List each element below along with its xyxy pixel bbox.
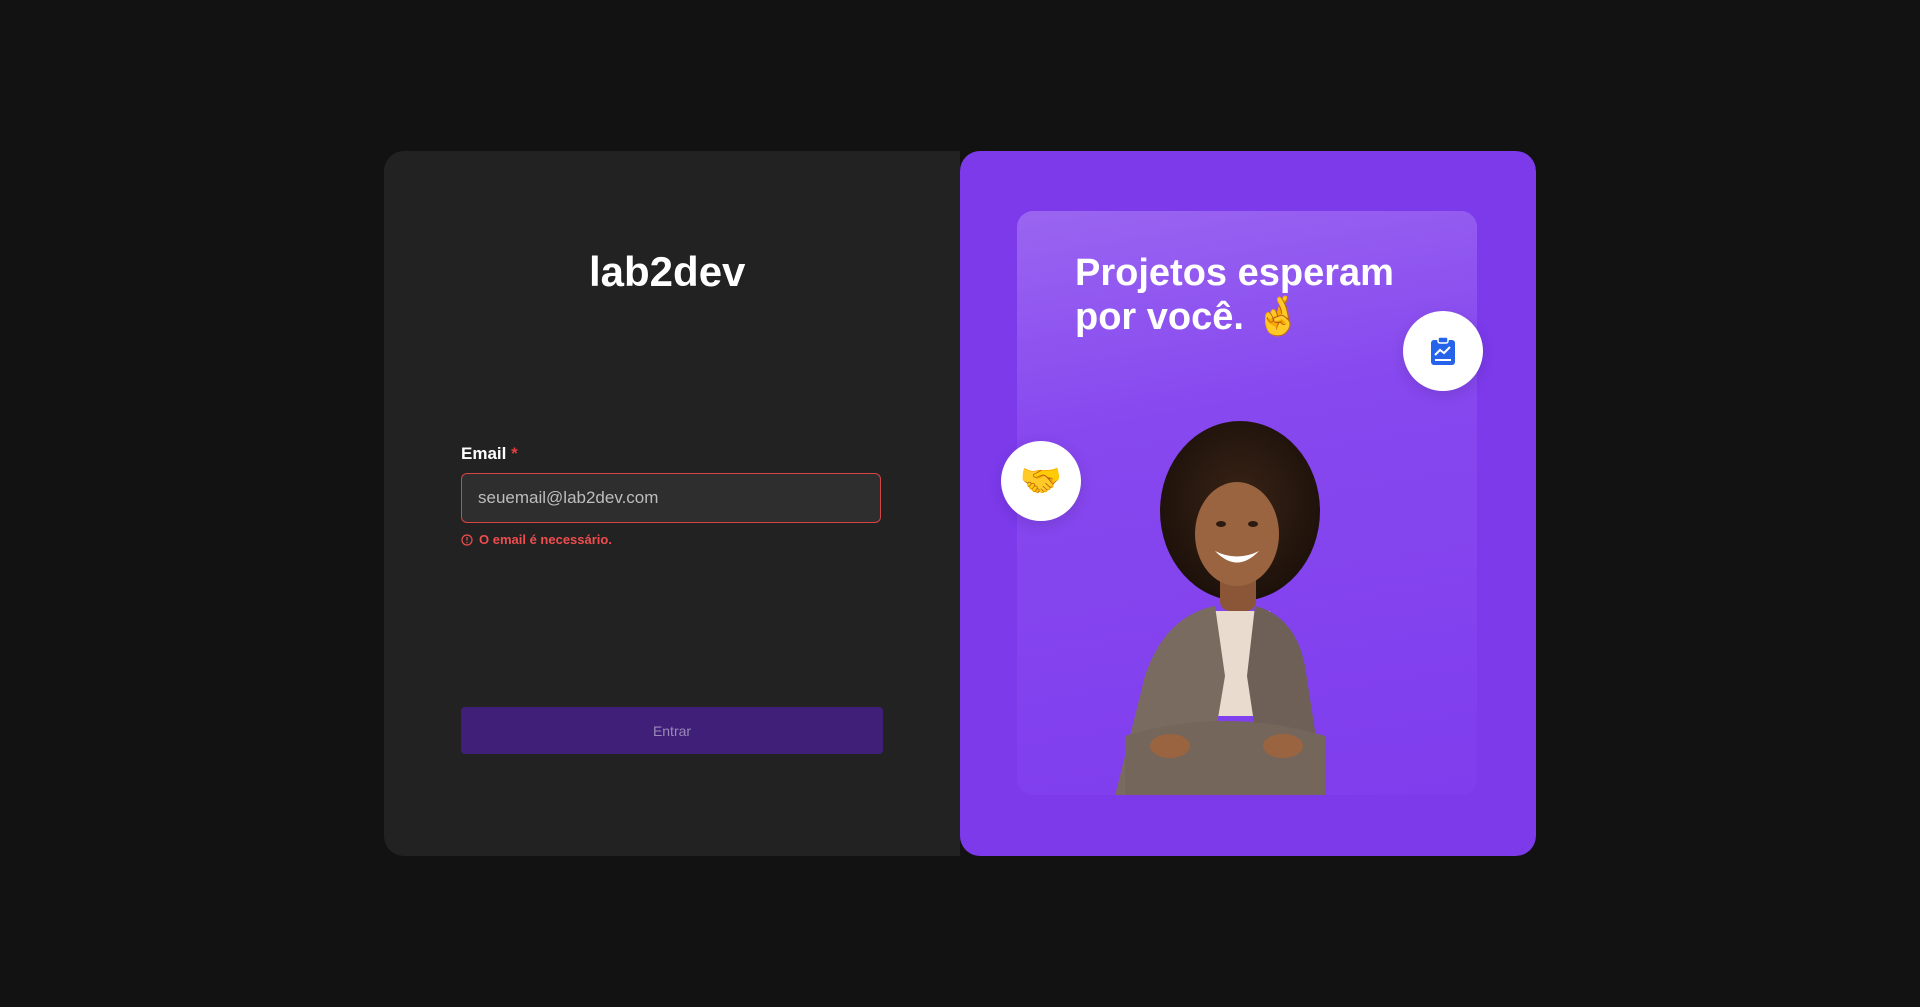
required-marker: * xyxy=(511,444,518,463)
svg-text:lab2dev: lab2dev xyxy=(589,248,746,295)
submit-button[interactable]: Entrar xyxy=(461,707,883,754)
email-error: O email é necessário. xyxy=(461,532,612,547)
handshake-emoji: 🤝 xyxy=(1019,462,1063,500)
login-panel: lab2dev Email * O email é necessário. En… xyxy=(384,151,960,856)
error-icon xyxy=(461,533,473,546)
promo-card: Projetos esperam por você. 🤞 xyxy=(1017,211,1477,795)
chart-badge xyxy=(1403,311,1483,391)
woman-portrait-image xyxy=(1115,421,1325,795)
promo-panel: Projetos esperam por você. 🤞 🤝 xyxy=(960,151,1536,856)
crossed-fingers-emoji: 🤞 xyxy=(1254,296,1302,338)
login-card: lab2dev Email * O email é necessário. En… xyxy=(384,151,1536,856)
clipboard-chart-icon xyxy=(1431,336,1455,365)
promo-headline: Projetos esperam por você. 🤞 xyxy=(1075,252,1394,338)
email-input[interactable] xyxy=(461,473,881,523)
handshake-badge: 🤝 xyxy=(1001,441,1081,521)
error-message: O email é necessário. xyxy=(479,532,612,547)
lab2dev-logo: lab2dev xyxy=(589,248,746,295)
email-label: Email * xyxy=(461,444,518,463)
